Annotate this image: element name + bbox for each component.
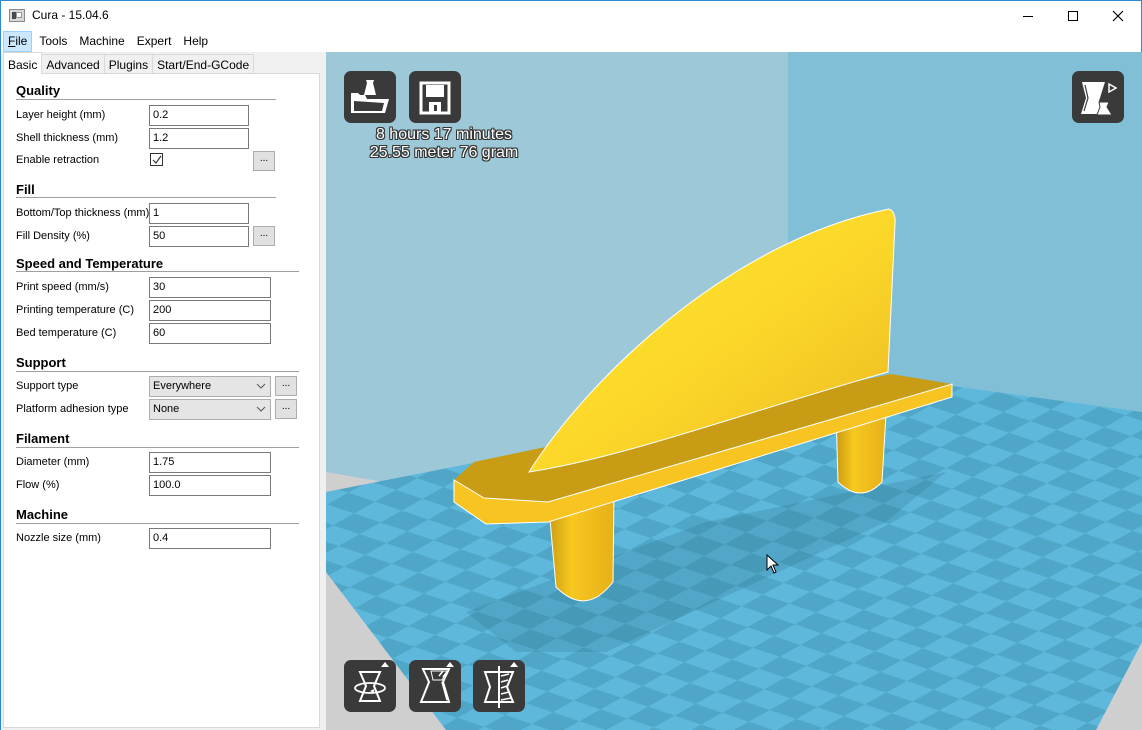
- load-folder-icon: [351, 80, 389, 113]
- menu-tools[interactable]: Tools: [34, 31, 72, 52]
- menu-file[interactable]: File: [3, 31, 33, 52]
- cura-window: Cura - 15.04.6 File Tools Machine Expert…: [0, 0, 1142, 730]
- mirror-button[interactable]: [473, 660, 525, 712]
- scale-icon: [419, 662, 454, 703]
- app-icon: [9, 9, 25, 22]
- section-speed-temperature: Speed and Temperature: [16, 256, 164, 271]
- section-divider: [16, 271, 299, 272]
- flow-input[interactable]: 100.0: [149, 475, 271, 496]
- support-type-dropdown[interactable]: Everywhere: [149, 376, 271, 397]
- shell-thickness-input[interactable]: 1.2: [149, 128, 249, 149]
- section-support: Support: [16, 355, 66, 370]
- section-fill: Fill: [16, 182, 35, 197]
- support-type-label: Support type: [16, 380, 79, 392]
- print-speed-input[interactable]: 30: [149, 277, 271, 298]
- mouse-cursor-icon: [766, 554, 780, 574]
- title-bar: Cura - 15.04.6: [1, 1, 1141, 31]
- maximize-icon: [1068, 11, 1078, 21]
- print-speed-label: Print speed (mm/s): [16, 281, 109, 293]
- menu-machine[interactable]: Machine: [74, 31, 129, 52]
- section-divider: [16, 447, 299, 448]
- minimize-icon: [1023, 15, 1033, 17]
- section-divider: [16, 99, 276, 100]
- platform-adhesion-label: Platform adhesion type: [16, 403, 129, 415]
- maximize-button[interactable]: [1050, 1, 1096, 31]
- save-floppy-icon: [419, 81, 451, 115]
- section-divider: [16, 197, 276, 198]
- section-divider: [16, 371, 299, 372]
- 3d-viewport[interactable]: 8 hours 17 minutes 25.55 meter 76 gram: [326, 52, 1142, 730]
- menu-help[interactable]: Help: [178, 31, 213, 52]
- section-quality: Quality: [16, 83, 61, 98]
- section-divider: [16, 523, 299, 524]
- window-title: Cura - 15.04.6: [32, 8, 109, 22]
- load-model-button[interactable]: [344, 71, 396, 123]
- checkmark-icon: [152, 155, 162, 164]
- mirror-icon: [483, 662, 518, 708]
- diameter-label: Diameter (mm): [16, 456, 90, 468]
- menu-bar: File Tools Machine Expert Help: [1, 31, 1141, 52]
- printing-temperature-label: Printing temperature (C): [16, 304, 134, 316]
- shell-thickness-label: Shell thickness (mm): [16, 132, 119, 144]
- tab-advanced[interactable]: Advanced: [41, 54, 105, 74]
- settings-tabs: Basic Advanced Plugins Start/End-GCode: [3, 52, 255, 74]
- diameter-input[interactable]: 1.75: [149, 452, 271, 473]
- rotate-icon: [354, 662, 389, 702]
- nozzle-size-label: Nozzle size (mm): [16, 532, 101, 544]
- chevron-down-icon: [256, 406, 266, 412]
- section-machine: Machine: [16, 507, 69, 522]
- enable-retraction-checkbox[interactable]: [150, 153, 163, 166]
- bed-temperature-label: Bed temperature (C): [16, 327, 117, 339]
- support-settings-button[interactable]: ...: [275, 376, 297, 396]
- fill-density-label: Fill Density (%): [16, 230, 90, 242]
- view-mode-button[interactable]: [1072, 71, 1124, 123]
- tab-start-end-gcode[interactable]: Start/End-GCode: [152, 54, 255, 74]
- fill-density-input[interactable]: 50: [149, 226, 249, 247]
- settings-panel: Basic Advanced Plugins Start/End-GCode Q…: [1, 52, 326, 730]
- section-filament: Filament: [16, 431, 70, 446]
- adhesion-settings-button[interactable]: ...: [275, 399, 297, 419]
- platform-adhesion-value: None: [153, 403, 180, 415]
- menu-file-label: ile: [15, 34, 28, 48]
- close-button[interactable]: [1095, 1, 1141, 31]
- view-mode-icon: [1081, 82, 1118, 116]
- minimize-button[interactable]: [1005, 1, 1051, 31]
- printing-temperature-input[interactable]: 200: [149, 300, 271, 321]
- scale-button[interactable]: [409, 660, 461, 712]
- print-material: 25.55 meter 76 gram: [369, 144, 519, 161]
- print-estimate: 8 hours 17 minutes 25.55 meter 76 gram: [344, 126, 544, 162]
- layer-height-label: Layer height (mm): [16, 109, 106, 121]
- enable-retraction-label: Enable retraction: [16, 154, 100, 166]
- menu-expert[interactable]: Expert: [132, 31, 177, 52]
- print-time: 8 hours 17 minutes: [375, 126, 513, 143]
- support-type-value: Everywhere: [153, 380, 212, 392]
- basic-settings-page: Quality Layer height (mm) 0.2 Shell thic…: [3, 73, 320, 728]
- close-icon: [1112, 10, 1124, 22]
- bottom-top-thickness-input[interactable]: 1: [149, 203, 249, 224]
- fill-settings-button[interactable]: ...: [253, 226, 275, 246]
- save-toolpath-button[interactable]: [409, 71, 461, 123]
- tab-plugins[interactable]: Plugins: [103, 54, 154, 74]
- bed-temperature-input[interactable]: 60: [149, 323, 271, 344]
- bottom-top-thickness-label: Bottom/Top thickness (mm): [16, 207, 150, 219]
- nozzle-size-input[interactable]: 0.4: [149, 528, 271, 549]
- chevron-down-icon: [256, 383, 266, 389]
- tab-basic[interactable]: Basic: [3, 52, 43, 74]
- retraction-settings-button[interactable]: ...: [253, 151, 275, 171]
- flow-label: Flow (%): [16, 479, 60, 491]
- rotate-button[interactable]: [344, 660, 396, 712]
- platform-adhesion-dropdown[interactable]: None: [149, 399, 271, 420]
- layer-height-input[interactable]: 0.2: [149, 105, 249, 126]
